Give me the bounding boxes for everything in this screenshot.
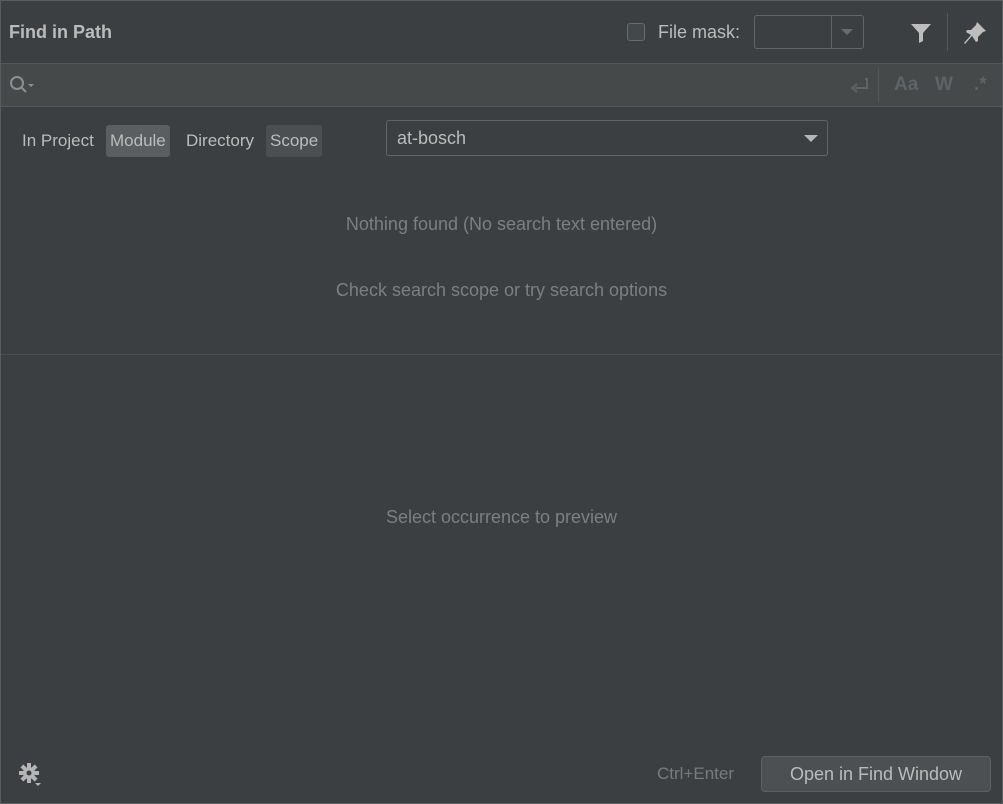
dialog-title: Find in Path bbox=[9, 22, 112, 42]
file-mask-checkbox[interactable] bbox=[627, 23, 645, 41]
file-mask-combo-divider bbox=[831, 16, 832, 48]
search-input[interactable] bbox=[41, 72, 835, 100]
tab-scope-label: Scope bbox=[270, 131, 319, 150]
find-in-path-dialog: Find in Path File mask: Aa W .* In Proje… bbox=[0, 0, 1003, 804]
match-case-button[interactable]: Aa bbox=[894, 74, 918, 96]
search-hint-message: Check search scope or try search options bbox=[335, 280, 668, 300]
tab-directory[interactable]: Directory bbox=[182, 125, 258, 157]
module-select[interactable]: at-bosch bbox=[386, 120, 828, 156]
tab-directory-label: Directory bbox=[186, 131, 255, 150]
new-line-icon[interactable] bbox=[847, 74, 871, 98]
search-bar: Aa W .* bbox=[1, 64, 1002, 107]
tab-module[interactable]: Module bbox=[106, 125, 170, 157]
chevron-down-icon[interactable] bbox=[804, 135, 818, 142]
search-bar-separator bbox=[878, 68, 879, 102]
empty-results-message: Nothing found (No search text entered) bbox=[345, 214, 658, 234]
tab-module-label: Module bbox=[110, 131, 166, 150]
dialog-header: Find in Path File mask: bbox=[1, 1, 1002, 64]
gear-icon[interactable] bbox=[17, 761, 45, 789]
chevron-down-icon[interactable] bbox=[841, 29, 853, 35]
file-mask-combo[interactable] bbox=[754, 15, 864, 49]
search-icon[interactable] bbox=[8, 74, 36, 96]
module-select-value: at-bosch bbox=[397, 128, 467, 148]
words-button[interactable]: W bbox=[935, 74, 953, 96]
header-separator bbox=[947, 13, 948, 51]
results-preview-divider[interactable] bbox=[1, 354, 1002, 355]
shortcut-hint: Ctrl+Enter bbox=[657, 764, 734, 783]
tab-in-project-label: In Project bbox=[22, 131, 94, 150]
preview-message: Select occurrence to preview bbox=[385, 507, 618, 527]
regex-button[interactable]: .* bbox=[974, 74, 987, 96]
file-mask-label[interactable]: File mask: bbox=[658, 22, 740, 43]
file-mask-label-text: File mask: bbox=[658, 22, 741, 42]
tab-in-project[interactable]: In Project bbox=[18, 125, 98, 157]
open-in-find-window-button[interactable]: Open in Find Window bbox=[761, 756, 991, 792]
tab-scope[interactable]: Scope bbox=[266, 125, 323, 157]
filter-icon[interactable] bbox=[909, 21, 933, 45]
pin-icon[interactable] bbox=[962, 20, 988, 46]
